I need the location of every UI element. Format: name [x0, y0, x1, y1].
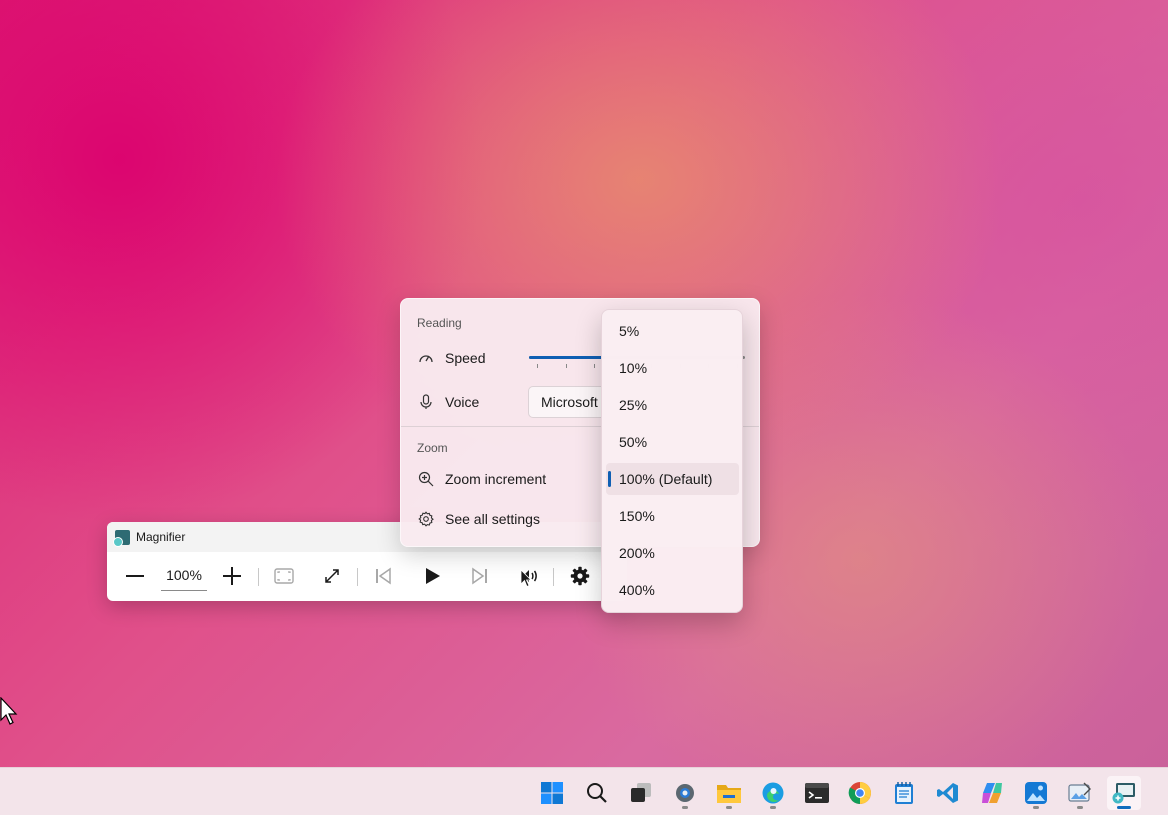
voice-row: Voice [417, 393, 479, 411]
voice-label: Voice [445, 394, 480, 410]
running-indicator [726, 806, 732, 809]
magnifier-icon [1112, 783, 1135, 804]
zoom-increment-row[interactable]: Zoom increment [417, 470, 546, 488]
zoom-section-header: Zoom [417, 441, 448, 455]
settings-gear-icon [676, 784, 694, 802]
zoom-option[interactable]: 50% [606, 426, 739, 458]
speedometer-icon [417, 349, 435, 367]
reading-section-header: Reading [417, 316, 462, 330]
slider-tick [594, 364, 596, 368]
minus-icon [126, 575, 144, 577]
slider-tick [565, 364, 567, 368]
play-button[interactable] [420, 564, 444, 588]
chrome-icon [848, 782, 871, 804]
speed-slider-fill [529, 356, 605, 359]
taskbar-vscode[interactable] [931, 776, 965, 810]
edge-icon [762, 782, 784, 804]
slider-tick [537, 364, 538, 368]
speed-row: Speed [417, 349, 485, 367]
zoom-option[interactable]: 10% [606, 352, 739, 384]
taskbar-paint[interactable] [1063, 776, 1097, 810]
search-icon [587, 783, 607, 803]
skip-forward-icon [472, 567, 487, 585]
running-indicator [770, 806, 776, 809]
read-previous-button[interactable] [371, 564, 395, 588]
copilot-icon [982, 783, 1002, 803]
zoom-option[interactable]: 200% [606, 537, 739, 569]
hover-pointer-icon [520, 569, 532, 587]
toolbar-separator [258, 568, 259, 586]
zoom-increment-label: Zoom increment [445, 471, 547, 487]
see-all-settings-label: See all settings [445, 511, 540, 527]
zoom-in-button[interactable] [220, 564, 244, 588]
settings-button[interactable] [568, 564, 592, 588]
lens-view-button[interactable] [272, 564, 296, 588]
running-indicator [1117, 806, 1131, 809]
zoom-in-magnifier-icon [417, 470, 435, 488]
zoom-option[interactable]: 150% [606, 500, 739, 532]
task-view-icon [631, 783, 651, 802]
taskbar-settings[interactable] [668, 776, 702, 810]
magnifier-toolbar: 100% [107, 552, 627, 601]
notepad-icon [895, 782, 913, 804]
toolbar-separator [553, 568, 554, 586]
lens-view-icon [274, 568, 294, 584]
plus-icon [223, 567, 241, 585]
taskbar-photos[interactable] [1019, 776, 1053, 810]
gear-icon [570, 566, 590, 586]
zoom-option[interactable]: 400% [606, 574, 739, 606]
zoom-increment-dropdown: 5% 10% 25% 50% 100% (Default) 150% 200% … [601, 309, 743, 613]
magnifier-title: Magnifier [136, 530, 186, 544]
full-screen-button[interactable] [320, 564, 344, 588]
terminal-icon [805, 783, 829, 803]
windows-logo-icon [541, 782, 563, 804]
zoom-out-button[interactable] [123, 564, 147, 588]
task-view-button[interactable] [624, 776, 658, 810]
expand-icon [325, 569, 339, 583]
taskbar [0, 767, 1168, 815]
code-editor-icon [937, 783, 958, 803]
microphone-icon [417, 393, 435, 411]
taskbar-magnifier[interactable] [1107, 776, 1141, 810]
play-icon [426, 568, 440, 584]
speed-label: Speed [445, 350, 486, 366]
zoom-level-field[interactable]: 100% [161, 564, 207, 591]
toolbar-separator [357, 568, 358, 586]
taskbar-notepad[interactable] [887, 776, 921, 810]
running-indicator [1033, 806, 1039, 809]
zoom-option[interactable]: 5% [606, 315, 739, 347]
taskbar-terminal[interactable] [800, 776, 834, 810]
zoom-option[interactable]: 25% [606, 389, 739, 421]
taskbar-copilot[interactable] [975, 776, 1009, 810]
gear-outline-icon [417, 510, 435, 528]
folder-icon [717, 785, 741, 803]
taskbar-file-explorer[interactable] [712, 776, 746, 810]
zoom-option-selected[interactable]: 100% (Default) [606, 463, 739, 495]
image-editor-icon [1068, 782, 1091, 802]
mouse-pointer-icon [0, 697, 18, 725]
read-next-button[interactable] [468, 564, 492, 588]
running-indicator [1077, 806, 1083, 809]
magnifier-app-icon [113, 529, 130, 547]
see-all-settings-link[interactable]: See all settings [417, 510, 540, 528]
running-indicator [682, 806, 688, 809]
photos-icon [1025, 782, 1047, 804]
start-button[interactable] [535, 776, 569, 810]
taskbar-chrome[interactable] [843, 776, 877, 810]
skip-back-icon [376, 567, 391, 585]
taskbar-edge[interactable] [756, 776, 790, 810]
taskbar-search-button[interactable] [580, 776, 614, 810]
